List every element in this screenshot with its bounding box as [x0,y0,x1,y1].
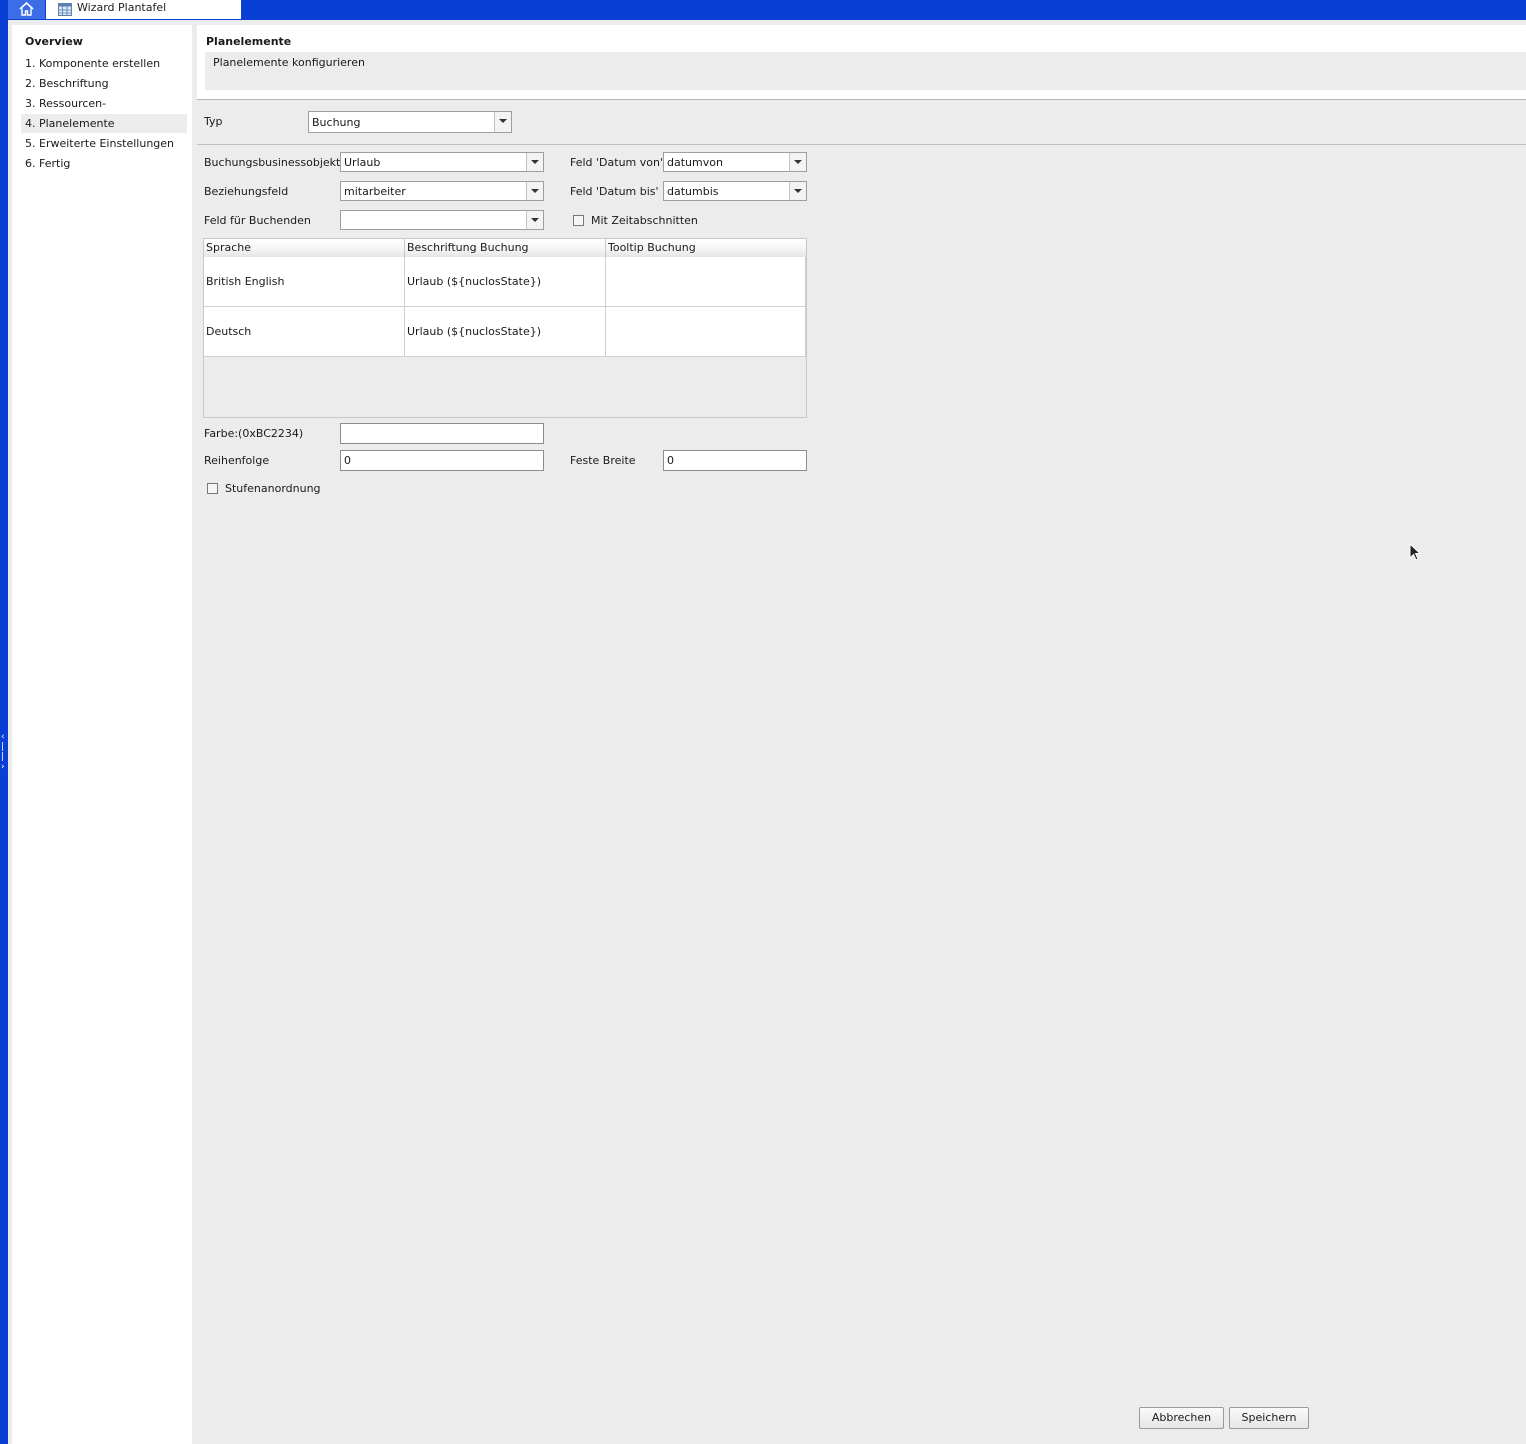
sidebar-item-komponente[interactable]: 1. Komponente erstellen [21,54,187,73]
mit-zeitabschnitten-label: Mit Zeitabschnitten [591,214,698,227]
table-cell-tooltip[interactable] [606,307,806,357]
table-cell-beschriftung[interactable]: Urlaub (${nuclosState}) [405,257,606,307]
chevron-down-icon[interactable] [789,182,806,200]
datum-bis-value: datumbis [667,185,719,198]
feld-buchenden-select[interactable] [340,210,544,230]
datum-bis-select[interactable]: datumbis [663,181,807,201]
tab-label: Wizard Plantafel [77,1,167,14]
reihenfolge-value: 0 [344,454,351,467]
step-header: Planelemente Planelemente konfigurieren [197,25,1526,100]
feste-breite-input[interactable]: 0 [663,450,807,471]
buchungsbusinessobjekt-value: Urlaub [344,156,381,169]
chevron-down-icon[interactable] [526,153,543,171]
cancel-button[interactable]: Abbrechen [1139,1407,1224,1429]
datum-von-select[interactable]: datumvon [663,152,807,172]
feld-buchenden-label: Feld für Buchenden [204,214,311,227]
stufenanordnung-label: Stufenanordnung [225,482,321,495]
datum-bis-label: Feld 'Datum bis' [570,185,659,198]
page-title: Planelemente [206,35,292,48]
chevron-down-icon[interactable] [526,211,543,229]
reihenfolge-label: Reihenfolge [204,454,270,467]
typ-select[interactable]: Buchung [308,111,512,133]
datum-von-value: datumvon [667,156,723,169]
calendar-icon [58,3,72,16]
table-cell-sprache[interactable]: Deutsch [204,307,405,357]
beziehungsfeld-value: mitarbeiter [344,185,406,198]
buchungsbusinessobjekt-select[interactable]: Urlaub [340,152,544,172]
typ-value: Buchung [312,116,361,129]
buchungsbusinessobjekt-label: Buchungsbusinessobjekt [204,156,341,169]
chevron-down-icon[interactable] [526,182,543,200]
save-button[interactable]: Speichern [1229,1407,1309,1429]
mit-zeitabschnitten-checkbox[interactable] [573,215,584,226]
table-cell-beschriftung[interactable]: Urlaub (${nuclosState}) [405,307,606,357]
farbe-input[interactable] [340,423,544,444]
overview-sidebar: Overview 1. Komponente erstellen 2. Besc… [12,25,192,1444]
sidebar-item-fertig[interactable]: 6. Fertig [21,154,187,173]
sidebar-item-erweiterte-einstellungen[interactable]: 5. Erweiterte Einstellungen [21,134,187,153]
reihenfolge-input[interactable]: 0 [340,450,544,471]
feste-breite-label: Feste Breite [570,454,636,467]
step-description-box: Planelemente konfigurieren [205,52,1526,90]
chevron-down-icon[interactable] [789,153,806,171]
typ-label: Typ [204,115,223,128]
tab-wizard-plantafel[interactable]: Wizard Plantafel [46,0,241,19]
column-header-tooltip[interactable]: Tooltip Buchung [606,239,806,257]
stufenanordnung-checkbox[interactable] [207,483,218,494]
side-collapse-strip[interactable]: ‹ | | › [0,20,8,1444]
divider [197,144,1526,145]
collapse-handle-icon[interactable]: ‹ | | › [1,732,5,782]
feste-breite-value: 0 [667,454,674,467]
beziehungsfeld-label: Beziehungsfeld [204,185,289,198]
label-translation-table: Sprache Beschriftung Buchung Tooltip Buc… [203,238,807,418]
sidebar-item-beschriftung[interactable]: 2. Beschriftung [21,74,187,93]
sidebar-item-ressourcen[interactable]: 3. Ressourcen-Businessobjekt [21,94,187,129]
table-cell-tooltip[interactable] [606,257,806,307]
beziehungsfeld-select[interactable]: mitarbeiter [340,181,544,201]
home-tab[interactable] [8,0,45,19]
table-cell-sprache[interactable]: British English [204,257,405,307]
step-description: Planelemente konfigurieren [213,56,365,69]
chevron-down-icon[interactable] [494,112,511,132]
home-icon [19,2,34,16]
sidebar-item-planelemente[interactable]: 4. Planelemente [21,114,187,133]
mouse-cursor-icon [1409,543,1422,561]
column-header-beschriftung[interactable]: Beschriftung Buchung [405,239,606,257]
datum-von-label: Feld 'Datum von' [570,156,663,169]
farbe-label: Farbe:(0xBC2234) [204,427,304,440]
overview-title: Overview [25,35,83,48]
column-header-sprache[interactable]: Sprache [204,239,405,257]
